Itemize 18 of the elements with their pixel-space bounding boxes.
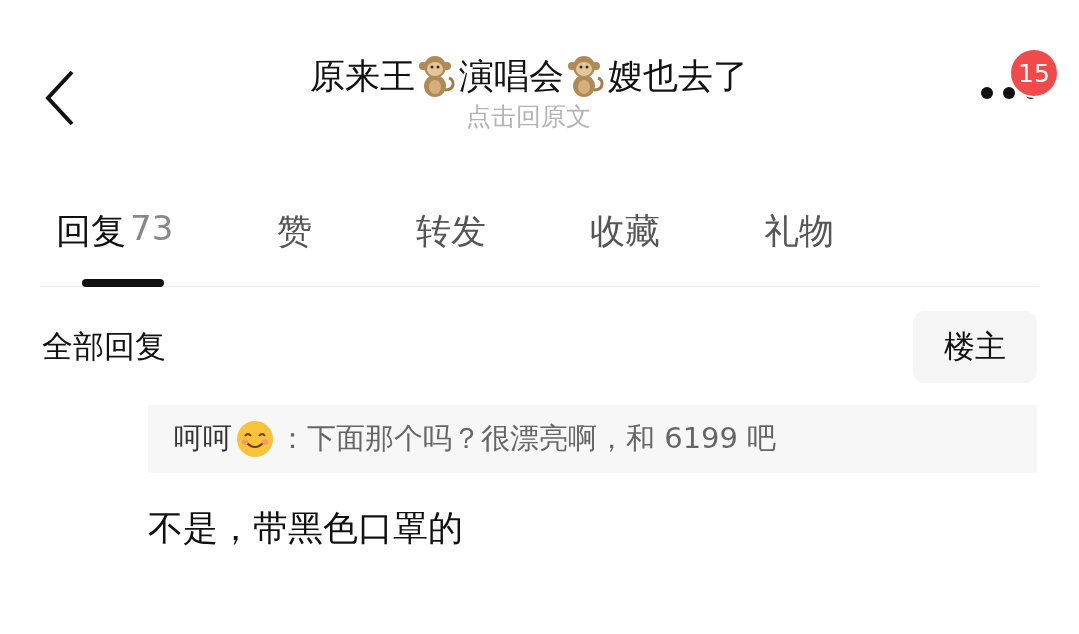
reply-count: 73 — [130, 208, 174, 248]
post-title: 嫂也去了 — [607, 54, 748, 98]
smiley-icon — [236, 420, 274, 458]
post-title: 演唱会 — [458, 54, 564, 98]
tab[interactable]: 收藏 — [590, 186, 661, 286]
reply-text: 不是，带黑色口罩的 — [148, 507, 464, 550]
tab[interactable]: 回复 73 — [56, 186, 174, 286]
tab[interactable]: 赞 — [277, 186, 313, 286]
tab[interactable]: 礼物 — [764, 186, 835, 286]
quote-text: ：下面那个吗？很漂亮啊，和 6199 吧 — [278, 420, 777, 457]
tab[interactable]: 转发 — [416, 186, 487, 286]
monkey-icon — [565, 53, 606, 99]
section-title: 全部回复 — [42, 327, 166, 366]
notification-badge: 15 — [1009, 48, 1059, 98]
post-title: 原来王 — [309, 54, 415, 98]
monkey-icon — [416, 53, 457, 99]
quote-author: 呵呵 — [174, 420, 232, 457]
author-filter-button[interactable]: 楼主 — [913, 311, 1037, 383]
